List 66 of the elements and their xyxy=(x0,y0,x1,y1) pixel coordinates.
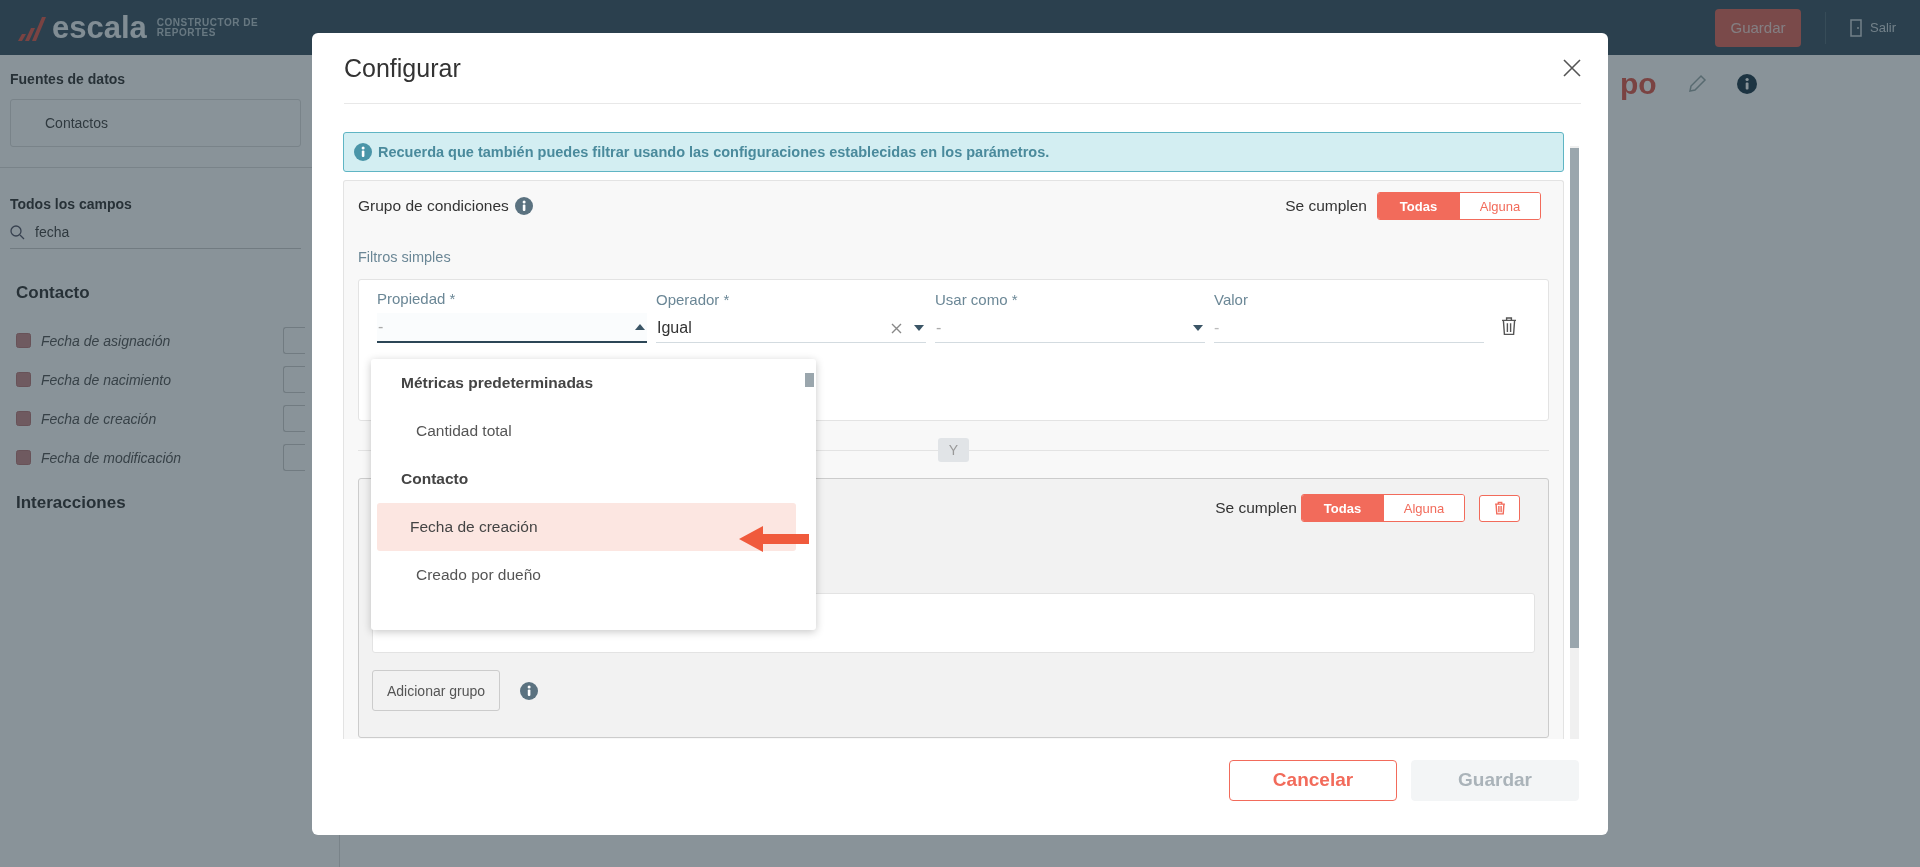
checkbox-icon[interactable] xyxy=(16,411,31,426)
caret-up-icon xyxy=(635,324,645,330)
search-icon xyxy=(10,224,25,240)
toggle-option[interactable]: Alguna xyxy=(1383,495,1464,521)
clear-icon[interactable] xyxy=(891,322,902,334)
select-field[interactable]: - xyxy=(935,314,1205,343)
field-label: Fecha de modificación xyxy=(41,449,183,466)
info-message: Recuerda que también puedes filtrar usando las configuraciones establecidas en los parámetros. xyxy=(378,144,1050,160)
field-search-input[interactable]: fecha xyxy=(10,224,301,249)
dialog-title: Configurar xyxy=(344,53,461,83)
dropdown-group-header: Contacto xyxy=(400,469,470,489)
arrow-annotation-icon xyxy=(739,526,809,552)
caret-down-icon xyxy=(1193,325,1203,331)
dropdown-group-header: Métricas predeterminadas xyxy=(400,373,595,393)
dropdown-scrollbar xyxy=(805,373,814,387)
cancel-button[interactable]: Cancelar xyxy=(1229,759,1397,801)
toggle-option[interactable]: Alguna xyxy=(1459,193,1540,219)
field-label: Usar como * xyxy=(935,291,1019,308)
field-label: Fecha de asignación xyxy=(41,332,172,349)
add-field-button[interactable] xyxy=(283,444,305,471)
door-icon[interactable] xyxy=(1850,18,1862,37)
add-field-button[interactable] xyxy=(283,366,305,393)
dropdown-option[interactable]: Fecha de creación xyxy=(377,503,796,551)
match-label: Se cumplen xyxy=(1285,197,1367,215)
field-label: Operador * xyxy=(656,291,731,308)
logo-bars-drawing xyxy=(18,14,48,41)
dropdown-option[interactable]: Cantidad total xyxy=(377,407,796,455)
field-label: Valor xyxy=(1214,291,1249,308)
caret-down-icon xyxy=(914,325,924,331)
app-subtitle: CONSTRUCTOR DE REPORTES xyxy=(156,17,260,38)
section-label: Fuentes de datos xyxy=(10,71,127,87)
checkbox-icon[interactable] xyxy=(16,450,31,465)
match-label: Se cumplen xyxy=(1215,499,1297,517)
exit-link[interactable]: Salir xyxy=(1870,20,1896,35)
logo-text: escala xyxy=(52,9,147,46)
save-button[interactable]: Guardar xyxy=(1715,8,1801,47)
select-field[interactable]: - xyxy=(377,313,647,343)
data-source-select[interactable]: Contactos xyxy=(10,99,301,147)
group-title: Grupo de condiciones xyxy=(358,197,509,215)
operator-select[interactable]: Igual xyxy=(656,314,926,343)
group-heading: Contacto xyxy=(16,283,91,303)
delete-group-button[interactable] xyxy=(1479,494,1520,522)
add-field-button[interactable] xyxy=(283,327,305,354)
field-label: Propiedad * xyxy=(377,290,457,307)
toggle-option[interactable]: Todas xyxy=(1378,193,1459,219)
report-title: po xyxy=(1620,67,1657,101)
pencil-icon[interactable] xyxy=(1686,74,1707,94)
trash-icon xyxy=(1492,501,1507,515)
info-icon[interactable] xyxy=(1736,74,1757,94)
info-icon xyxy=(354,143,372,161)
info-icon xyxy=(520,681,539,700)
field-label: Fecha de creación xyxy=(41,410,158,427)
info-icon xyxy=(514,197,533,215)
add-field-button[interactable] xyxy=(283,405,305,432)
group-heading: Interacciones xyxy=(16,493,127,513)
section-label: Filtros simples xyxy=(358,249,452,265)
close-icon[interactable] xyxy=(1563,59,1581,77)
checkbox-icon[interactable] xyxy=(16,333,31,348)
add-group-button[interactable]: Adicionar grupo xyxy=(372,670,501,711)
delete-icon[interactable] xyxy=(1499,316,1519,336)
section-label: Todos los campos xyxy=(10,196,133,212)
toggle-option[interactable]: Todas xyxy=(1302,495,1383,521)
and-connector: Y xyxy=(937,437,970,462)
dropdown-option[interactable]: Creado por dueño xyxy=(377,551,796,599)
field-label: Fecha de nacimiento xyxy=(41,371,172,388)
checkbox-icon[interactable] xyxy=(16,372,31,387)
